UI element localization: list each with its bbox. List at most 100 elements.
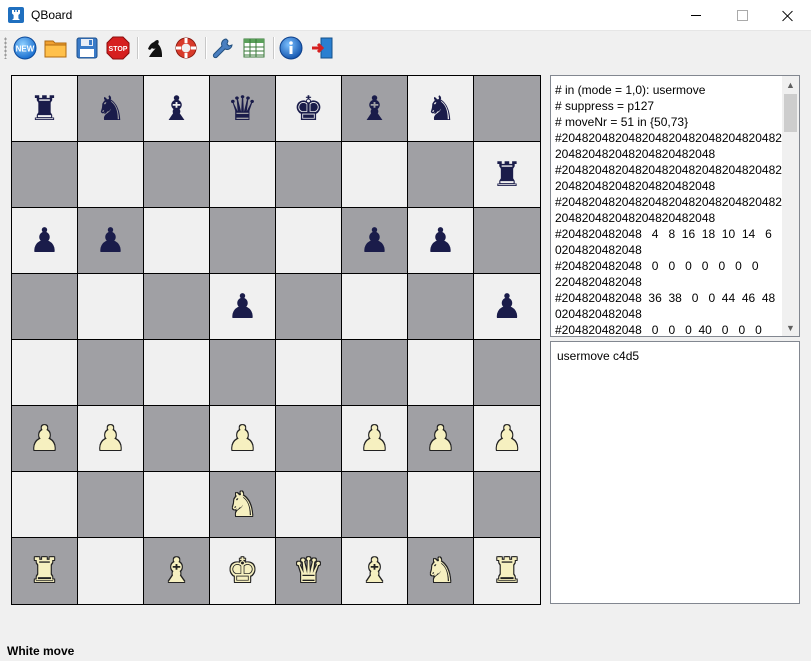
help-button[interactable] [173, 35, 199, 61]
square-a2[interactable] [12, 472, 78, 538]
black-piece[interactable]: ♟ [425, 224, 455, 258]
square-f1[interactable]: ♝ [342, 538, 408, 604]
square-d4[interactable] [210, 340, 276, 406]
black-piece[interactable]: ♞ [95, 92, 125, 126]
square-f5[interactable] [342, 274, 408, 340]
square-e5[interactable] [276, 274, 342, 340]
square-g6[interactable]: ♟ [408, 208, 474, 274]
white-piece[interactable]: ♞ [227, 488, 257, 522]
square-e4[interactable] [276, 340, 342, 406]
scrollbar-thumb[interactable] [784, 94, 797, 132]
square-f7[interactable] [342, 142, 408, 208]
square-c3[interactable] [144, 406, 210, 472]
square-a3[interactable]: ♟ [12, 406, 78, 472]
square-d5[interactable]: ♟ [210, 274, 276, 340]
black-piece[interactable]: ♟ [95, 224, 125, 258]
square-a7[interactable] [12, 142, 78, 208]
square-g7[interactable] [408, 142, 474, 208]
square-b5[interactable] [78, 274, 144, 340]
new-game-button[interactable]: NEW [12, 35, 38, 61]
black-piece[interactable]: ♜ [29, 92, 59, 126]
square-f6[interactable]: ♟ [342, 208, 408, 274]
white-piece[interactable]: ♟ [95, 422, 125, 456]
square-g4[interactable] [408, 340, 474, 406]
white-piece[interactable]: ♛ [293, 554, 323, 588]
square-g1[interactable]: ♞ [408, 538, 474, 604]
table-button[interactable] [241, 35, 267, 61]
square-b3[interactable]: ♟ [78, 406, 144, 472]
square-h4[interactable] [474, 340, 540, 406]
black-piece[interactable]: ♝ [161, 92, 191, 126]
square-e6[interactable] [276, 208, 342, 274]
white-piece[interactable]: ♜ [29, 554, 59, 588]
square-c7[interactable] [144, 142, 210, 208]
black-piece[interactable]: ♟ [227, 290, 257, 324]
white-piece[interactable]: ♝ [161, 554, 191, 588]
open-button[interactable] [43, 35, 69, 61]
square-g8[interactable]: ♞ [408, 76, 474, 142]
white-piece[interactable]: ♜ [492, 554, 522, 588]
square-h8[interactable] [474, 76, 540, 142]
square-c6[interactable] [144, 208, 210, 274]
info-button[interactable] [278, 35, 304, 61]
square-f8[interactable]: ♝ [342, 76, 408, 142]
square-d6[interactable] [210, 208, 276, 274]
scroll-down-arrow-icon[interactable]: ▼ [782, 319, 799, 336]
black-piece[interactable]: ♞ [425, 92, 455, 126]
white-piece[interactable]: ♟ [492, 422, 522, 456]
square-h6[interactable] [474, 208, 540, 274]
square-e2[interactable] [276, 472, 342, 538]
white-piece[interactable]: ♟ [227, 422, 257, 456]
square-d8[interactable]: ♛ [210, 76, 276, 142]
white-piece[interactable]: ♝ [359, 554, 389, 588]
square-h2[interactable] [474, 472, 540, 538]
minimize-button[interactable] [673, 0, 719, 31]
white-piece[interactable]: ♞ [425, 554, 455, 588]
square-e7[interactable] [276, 142, 342, 208]
black-piece[interactable]: ♟ [359, 224, 389, 258]
square-d2[interactable]: ♞ [210, 472, 276, 538]
square-d7[interactable] [210, 142, 276, 208]
close-button[interactable] [765, 0, 811, 31]
square-e3[interactable] [276, 406, 342, 472]
stop-button[interactable]: STOP [105, 35, 131, 61]
square-a4[interactable] [12, 340, 78, 406]
settings-button[interactable] [210, 35, 236, 61]
square-a6[interactable]: ♟ [12, 208, 78, 274]
black-piece[interactable]: ♛ [227, 92, 257, 126]
square-f3[interactable]: ♟ [342, 406, 408, 472]
square-a5[interactable] [12, 274, 78, 340]
toolbar-grip[interactable] [4, 37, 7, 59]
save-button[interactable] [74, 35, 100, 61]
square-f2[interactable] [342, 472, 408, 538]
square-h1[interactable]: ♜ [474, 538, 540, 604]
engine-log[interactable]: # in (mode = 1,0): usermove # suppress = … [550, 75, 800, 337]
square-g2[interactable] [408, 472, 474, 538]
square-b1[interactable] [78, 538, 144, 604]
square-a8[interactable]: ♜ [12, 76, 78, 142]
square-c5[interactable] [144, 274, 210, 340]
square-b6[interactable]: ♟ [78, 208, 144, 274]
square-g3[interactable]: ♟ [408, 406, 474, 472]
maximize-button[interactable] [719, 0, 765, 31]
log-scrollbar[interactable]: ▲ ▼ [782, 76, 799, 336]
scroll-up-arrow-icon[interactable]: ▲ [782, 76, 799, 93]
exit-button[interactable] [309, 35, 335, 61]
square-h7[interactable]: ♜ [474, 142, 540, 208]
square-d3[interactable]: ♟ [210, 406, 276, 472]
square-c4[interactable] [144, 340, 210, 406]
white-piece[interactable]: ♟ [29, 422, 59, 456]
square-e1[interactable]: ♛ [276, 538, 342, 604]
square-a1[interactable]: ♜ [12, 538, 78, 604]
square-c8[interactable]: ♝ [144, 76, 210, 142]
square-g5[interactable] [408, 274, 474, 340]
engine-button[interactable] [142, 35, 168, 61]
square-b8[interactable]: ♞ [78, 76, 144, 142]
command-output[interactable]: usermove c4d5 [550, 341, 800, 604]
square-e8[interactable]: ♚ [276, 76, 342, 142]
square-h5[interactable]: ♟ [474, 274, 540, 340]
square-f4[interactable] [342, 340, 408, 406]
black-piece[interactable]: ♜ [492, 158, 522, 192]
black-piece[interactable]: ♝ [359, 92, 389, 126]
square-c1[interactable]: ♝ [144, 538, 210, 604]
